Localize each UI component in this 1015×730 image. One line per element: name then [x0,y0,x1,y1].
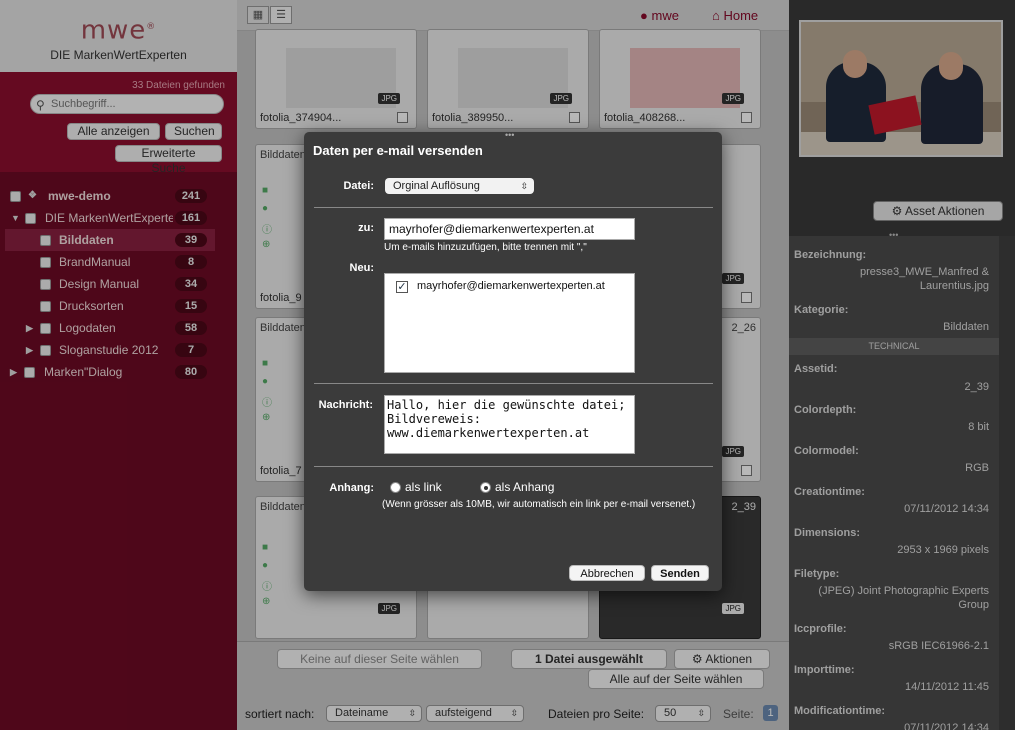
drag-handle[interactable]: ••• [505,130,514,140]
new-label: Neu: [349,262,374,274]
file-resolution-value: Orginal Auflösung [393,180,480,192]
send-button[interactable]: Senden [651,565,709,581]
checkmark-icon: ✓ [397,281,407,293]
attachment-note: (Wenn grösser als 10MB, wir automatisch … [382,499,696,510]
as-link-label: als link [405,480,442,494]
email-dialog: ••• Daten per e-mail versenden Datei: Or… [304,130,722,591]
recipients-list[interactable]: ✓ mayrhofer@diemarkenwertexperten.at [384,273,635,373]
to-label: zu: [358,222,374,234]
file-resolution-select[interactable]: Orginal Auflösung ⇳ [385,178,534,194]
to-hint: Um e-mails hinzuzufügen, bitte trennen m… [384,242,587,253]
attachment-label: Anhang: [329,482,374,494]
dialog-title: Daten per e-mail versenden [313,143,483,158]
as-attachment-radio[interactable] [480,482,491,493]
file-label: Datei: [343,180,374,192]
as-attachment-label: als Anhang [495,480,555,494]
divider [314,466,713,467]
to-email-input[interactable] [384,218,635,240]
chevron-updown-icon: ⇳ [520,181,528,191]
cancel-button[interactable]: Abbrechen [569,565,645,581]
divider [314,207,713,208]
divider [314,383,713,384]
message-textarea[interactable]: Hallo, hier die gewünschte datei; Bildve… [384,395,635,454]
message-label: Nachricht: [318,399,373,411]
app-window: mwe® DIE MarkenWertExperten 33 Dateien g… [0,0,1015,730]
recipient-email: mayrhofer@diemarkenwertexperten.at [417,280,605,292]
recipient-checkbox[interactable]: ✓ [396,281,408,293]
as-link-radio[interactable] [390,482,401,493]
